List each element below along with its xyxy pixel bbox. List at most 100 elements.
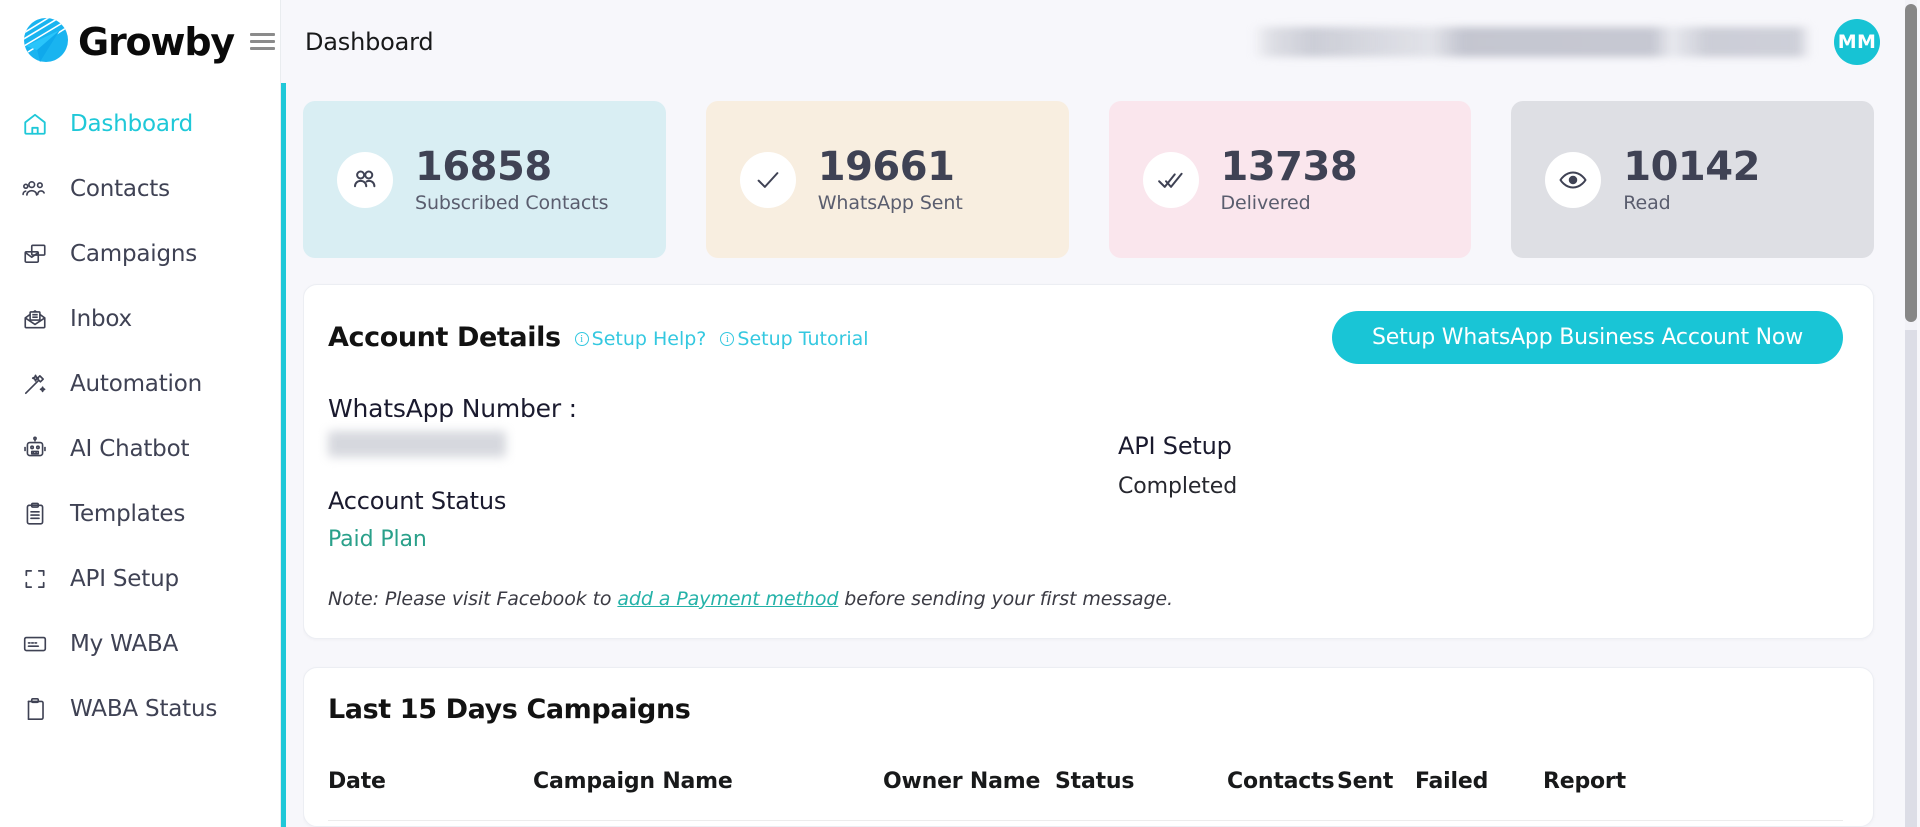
- sidebar-item-waba-status[interactable]: WABA Status: [0, 676, 280, 741]
- stat-text: 19661 WhatsApp Sent: [818, 146, 963, 214]
- sidebar-item-label: WABA Status: [70, 695, 218, 722]
- stat-card-whatsapp-sent[interactable]: 19661 WhatsApp Sent: [705, 101, 1069, 258]
- campaigns-table-head: Date Campaign Name Owner Name Status Con…: [328, 769, 1843, 821]
- column-header-owner-name[interactable]: Owner Name: [883, 769, 1055, 821]
- column-header-campaign-name[interactable]: Campaign Name: [533, 769, 883, 821]
- setup-tutorial-link[interactable]: Setup Tutorial: [720, 328, 869, 350]
- campaigns-table: Date Campaign Name Owner Name Status Con…: [328, 769, 1843, 821]
- eye-icon: [1545, 151, 1602, 208]
- sidebar-item-automation[interactable]: Automation: [0, 351, 280, 416]
- main-area: Dashboard MM 16858 Subscribed Contacts 1…: [281, 0, 1920, 827]
- column-header-report[interactable]: Report: [1543, 769, 1843, 821]
- api-setup-label: API Setup: [1118, 432, 1232, 460]
- setup-whatsapp-business-account-button[interactable]: Setup WhatsApp Business Account Now: [1331, 311, 1843, 364]
- stat-text: 13738 Delivered: [1221, 146, 1358, 214]
- stat-card-subscribed-contacts[interactable]: 16858 Subscribed Contacts: [303, 101, 666, 258]
- check-icon: [739, 151, 796, 208]
- account-status-label: Account Status: [328, 487, 507, 515]
- content-scroll: 16858 Subscribed Contacts 19661 WhatsApp…: [303, 83, 1920, 827]
- column-header-date[interactable]: Date: [328, 769, 533, 821]
- column-header-contacts[interactable]: Contacts: [1227, 769, 1337, 821]
- sidebar-item-campaigns[interactable]: Campaigns: [0, 221, 280, 286]
- info-icon: [720, 331, 735, 347]
- breadcrumb: Dashboard: [305, 27, 434, 56]
- double-check-icon: [1142, 151, 1199, 208]
- account-status-value: Paid Plan: [328, 527, 427, 552]
- sidebar-item-label: API Setup: [70, 565, 179, 592]
- stat-label: Delivered: [1220, 191, 1311, 214]
- api-setup-value: Completed: [1118, 474, 1238, 499]
- campaign-icon: [20, 239, 50, 269]
- scrollbar-thumb[interactable]: [1905, 4, 1917, 322]
- sidebar-item-label: Automation: [70, 370, 202, 397]
- campaigns-panel: Last 15 Days Campaigns Date Campaign Nam…: [303, 667, 1874, 827]
- sidebar-item-label: Dashboard: [70, 110, 193, 137]
- column-header-failed[interactable]: Failed: [1415, 769, 1543, 821]
- accent-bar: [281, 83, 286, 827]
- column-header-sent[interactable]: Sent: [1337, 769, 1415, 821]
- sidebar-item-inbox[interactable]: Inbox: [0, 286, 280, 351]
- sidebar-item-templates[interactable]: Templates: [0, 481, 280, 546]
- robot-icon: [20, 434, 50, 464]
- stat-value: 16858: [415, 143, 552, 190]
- sidebar-item-label: Templates: [70, 500, 186, 527]
- topbar-right: MM: [1252, 18, 1880, 65]
- avatar[interactable]: MM: [1834, 18, 1880, 65]
- sidebar: Growby Dashboard Contacts Campaigns Inbo…: [0, 0, 281, 827]
- details-col-right: API Setup Completed: [1118, 394, 1843, 552]
- account-info-redacted: [1252, 26, 1812, 57]
- sidebar-item-dashboard[interactable]: Dashboard: [0, 91, 280, 156]
- stat-label: Read: [1623, 191, 1671, 214]
- info-icon: [574, 331, 589, 347]
- panel-title-row: Account Details Setup Help? Setup Tutori…: [328, 322, 869, 353]
- whatsapp-number-value-redacted: [328, 431, 506, 457]
- sidebar-item-api-setup[interactable]: API Setup: [0, 546, 280, 611]
- hamburger-icon[interactable]: [249, 29, 275, 54]
- details-col-left: WhatsApp Number : Account Status Paid Pl…: [328, 394, 1118, 552]
- note-prefix: Note: Please visit Facebook to: [328, 588, 618, 610]
- setup-tutorial-label: Setup Tutorial: [737, 328, 869, 350]
- content-wrapper: 16858 Subscribed Contacts 19661 WhatsApp…: [281, 83, 1920, 827]
- brackets-icon: [20, 564, 50, 594]
- sidebar-item-my-waba[interactable]: My WABA: [0, 611, 280, 676]
- page-title: Account Details: [328, 322, 561, 353]
- magic-wand-icon: [20, 369, 50, 399]
- table-header-row: Date Campaign Name Owner Name Status Con…: [328, 769, 1843, 821]
- app-root: Growby Dashboard Contacts Campaigns Inbo…: [0, 0, 1920, 827]
- stat-card-delivered[interactable]: 13738 Delivered: [1108, 101, 1472, 258]
- add-payment-method-link[interactable]: add a Payment method: [617, 588, 838, 610]
- column-header-status[interactable]: Status: [1055, 769, 1227, 821]
- sidebar-item-label: My WABA: [70, 630, 179, 657]
- account-details-panel: Account Details Setup Help? Setup Tutori…: [303, 284, 1874, 639]
- clipboard-icon: [20, 499, 50, 529]
- stat-text: 10142 Read: [1623, 146, 1760, 214]
- users-icon: [20, 174, 50, 204]
- payment-note: Note: Please visit Facebook to add a Pay…: [328, 588, 1843, 610]
- sidebar-item-label: Campaigns: [70, 240, 198, 267]
- brand-name: Growby: [78, 19, 235, 64]
- stat-text: 16858 Subscribed Contacts: [415, 146, 608, 214]
- clipboard-status-icon: [20, 694, 50, 724]
- stat-value: 10142: [1623, 143, 1760, 190]
- sidebar-item-label: AI Chatbot: [70, 435, 190, 462]
- brand-row: Growby: [0, 0, 280, 83]
- scrollbar-track-lower[interactable]: [1905, 330, 1917, 827]
- sidebar-item-label: Inbox: [70, 305, 132, 332]
- stat-value: 19661: [817, 143, 955, 190]
- details-grid: WhatsApp Number : Account Status Paid Pl…: [328, 394, 1843, 552]
- growby-logo-icon: [20, 16, 72, 68]
- users-icon: [337, 151, 393, 208]
- stat-card-read[interactable]: 10142 Read: [1511, 101, 1874, 258]
- sidebar-nav: Dashboard Contacts Campaigns Inbox Autom…: [0, 83, 280, 741]
- topbar: Dashboard MM: [281, 0, 1920, 83]
- campaigns-title: Last 15 Days Campaigns: [328, 694, 691, 725]
- stat-cards: 16858 Subscribed Contacts 19661 WhatsApp…: [303, 101, 1874, 258]
- sidebar-item-label: Contacts: [70, 175, 170, 202]
- sidebar-item-contacts[interactable]: Contacts: [0, 156, 280, 221]
- note-suffix: before sending your first message.: [838, 588, 1173, 610]
- whatsapp-number-label: WhatsApp Number :: [328, 394, 577, 423]
- setup-help-link[interactable]: Setup Help?: [574, 328, 706, 350]
- home-icon: [20, 109, 50, 139]
- stat-value: 13738: [1220, 143, 1358, 190]
- sidebar-item-ai-chatbot[interactable]: AI Chatbot: [0, 416, 280, 481]
